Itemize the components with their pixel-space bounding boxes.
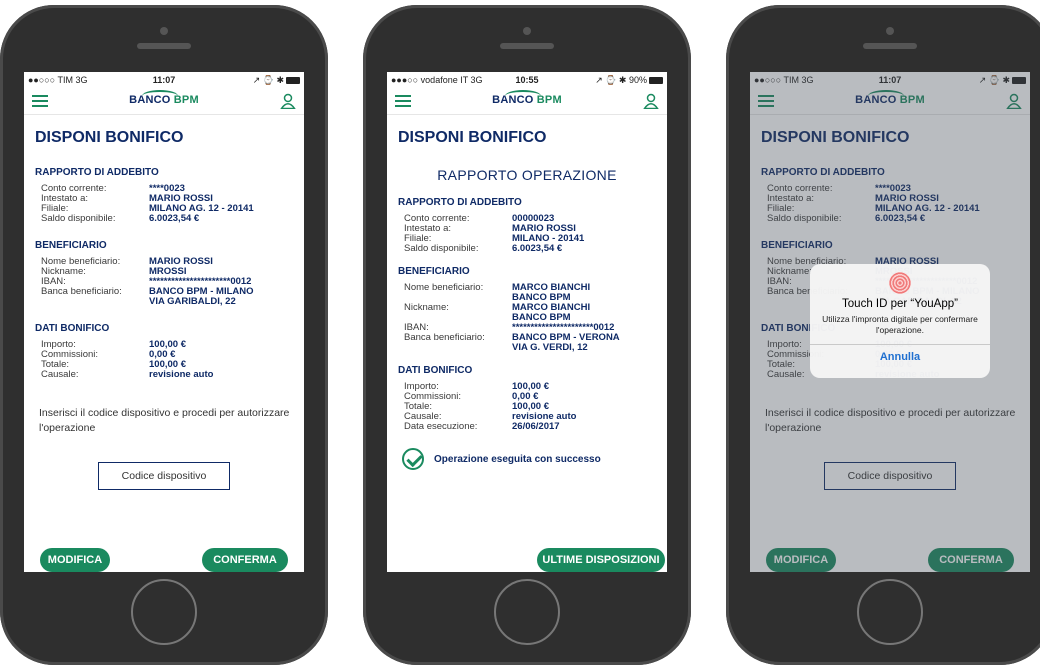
phone-1: ●●○○○ TIM 3G 11:07 ↗ ⌚ ✱ BANCO BPM DISPO… bbox=[0, 5, 328, 665]
page-title: DISPONI BONIFICO bbox=[35, 129, 184, 146]
detail-label: Banca beneficiario: bbox=[404, 332, 485, 343]
detail-row: Saldo disponibile: 6.0023,54 € bbox=[398, 244, 656, 254]
conferma-button[interactable]: CONFERMA bbox=[202, 548, 288, 572]
detail-label: Saldo disponibile: bbox=[41, 213, 116, 224]
section-title-dati-bonifico: DATI BONIFICO bbox=[35, 323, 110, 334]
touch-id-title: Touch ID per “YouApp” bbox=[842, 298, 958, 310]
logo: BANCO BPM bbox=[387, 90, 667, 106]
page-title: DISPONI BONIFICO bbox=[398, 129, 547, 146]
detail-value: 6.0023,54 € bbox=[512, 243, 563, 254]
camera bbox=[886, 27, 894, 35]
status-icons: ↗ ⌚ ✱ bbox=[253, 75, 300, 86]
success-message: Operazione eseguita con successo bbox=[402, 448, 656, 470]
detail-value: 26/06/2017 bbox=[512, 421, 560, 432]
detail-value: VIA G. VERDI, 12 bbox=[512, 342, 588, 353]
battery-icon bbox=[649, 77, 663, 85]
section-title-beneficiario: BENEFICIARIO bbox=[35, 240, 107, 251]
ultime-disposizioni-button[interactable]: ULTIME DISPOSIZIONI bbox=[537, 548, 665, 572]
status-bar: ●●●○○ vodafone IT 3G 10:55 ↗ ⌚ ✱ 90% bbox=[387, 72, 667, 88]
user-profile-icon[interactable] bbox=[280, 93, 296, 109]
detail-label bbox=[398, 343, 512, 353]
detail-label: Data esecuzione: bbox=[404, 421, 478, 432]
detail-row: VIA G. VERDI, 12 bbox=[398, 343, 656, 353]
section-title-addebito: RAPPORTO DI ADDEBITO bbox=[398, 197, 522, 208]
detail-label: Nickname: bbox=[404, 302, 449, 313]
detail-value: revisione auto bbox=[149, 369, 214, 380]
section-title-addebito: RAPPORTO DI ADDEBITO bbox=[35, 167, 159, 178]
detail-row: Data esecuzione: 26/06/2017 bbox=[398, 422, 656, 432]
phone-2: ●●●○○ vodafone IT 3G 10:55 ↗ ⌚ ✱ 90% BAN… bbox=[363, 5, 691, 665]
success-check-icon bbox=[402, 448, 424, 470]
detail-value: VIA GARIBALDI, 22 bbox=[149, 296, 236, 307]
home-button[interactable] bbox=[494, 579, 560, 645]
detail-label: Causale: bbox=[41, 369, 79, 380]
status-bar: ●●○○○ TIM 3G 11:07 ↗ ⌚ ✱ bbox=[24, 72, 304, 88]
battery-icon bbox=[286, 77, 300, 85]
screen-disponi-bonifico: ●●○○○ TIM 3G 11:07 ↗ ⌚ ✱ BANCO BPM DISPO… bbox=[24, 72, 304, 572]
logo: BANCO BPM bbox=[24, 90, 304, 106]
touch-id-message: Utilizza l'impronta digitale per conferm… bbox=[822, 314, 978, 335]
screen-touch-id: ●●○○○ TIM 3G 11:07 ↗ ⌚ ✱ BANCO BPM DISPO… bbox=[750, 72, 1030, 572]
section-title-dati-bonifico: DATI BONIFICO bbox=[398, 365, 473, 376]
camera bbox=[160, 27, 168, 35]
speaker bbox=[863, 43, 917, 49]
detail-label bbox=[35, 297, 149, 307]
detail-label: Banca beneficiario: bbox=[41, 286, 122, 297]
detail-row: Causale: revisione auto bbox=[35, 370, 293, 380]
app-bar: BANCO BPM bbox=[24, 88, 304, 115]
camera bbox=[523, 27, 531, 35]
operation-report-title: RAPPORTO OPERAZIONE bbox=[437, 167, 617, 183]
detail-label: Saldo disponibile: bbox=[404, 243, 479, 254]
detail-row: VIA GARIBALDI, 22 bbox=[35, 297, 293, 307]
section-title-beneficiario: BENEFICIARIO bbox=[398, 266, 470, 277]
speaker bbox=[500, 43, 554, 49]
status-icons: ↗ ⌚ ✱ 90% bbox=[595, 75, 663, 86]
app-bar: BANCO BPM bbox=[387, 88, 667, 115]
detail-row: Saldo disponibile: 6.0023,54 € bbox=[35, 214, 293, 224]
touch-id-dialog: Touch ID per “YouApp” Utilizza l'impront… bbox=[810, 264, 990, 378]
annulla-button[interactable]: Annulla bbox=[810, 345, 990, 369]
detail-label: Nome beneficiario: bbox=[404, 282, 484, 293]
content: DISPONI BONIFICO RAPPORTO DI ADDEBITO Co… bbox=[24, 129, 304, 490]
instruction-text: Inserisci il codice dispositivo e proced… bbox=[39, 407, 290, 434]
home-button[interactable] bbox=[131, 579, 197, 645]
speaker bbox=[137, 43, 191, 49]
user-profile-icon[interactable] bbox=[643, 93, 659, 109]
screen-rapporto-operazione: ●●●○○ vodafone IT 3G 10:55 ↗ ⌚ ✱ 90% BAN… bbox=[387, 72, 667, 572]
detail-value: 6.0023,54 € bbox=[149, 213, 200, 224]
fingerprint-icon bbox=[889, 272, 911, 294]
home-button[interactable] bbox=[857, 579, 923, 645]
codice-dispositivo-button[interactable]: Codice dispositivo bbox=[98, 462, 230, 490]
modifica-button[interactable]: MODIFICA bbox=[40, 548, 110, 572]
content: DISPONI BONIFICO RAPPORTO OPERAZIONE RAP… bbox=[387, 129, 667, 470]
phone-3: ●●○○○ TIM 3G 11:07 ↗ ⌚ ✱ BANCO BPM DISPO… bbox=[726, 5, 1040, 665]
